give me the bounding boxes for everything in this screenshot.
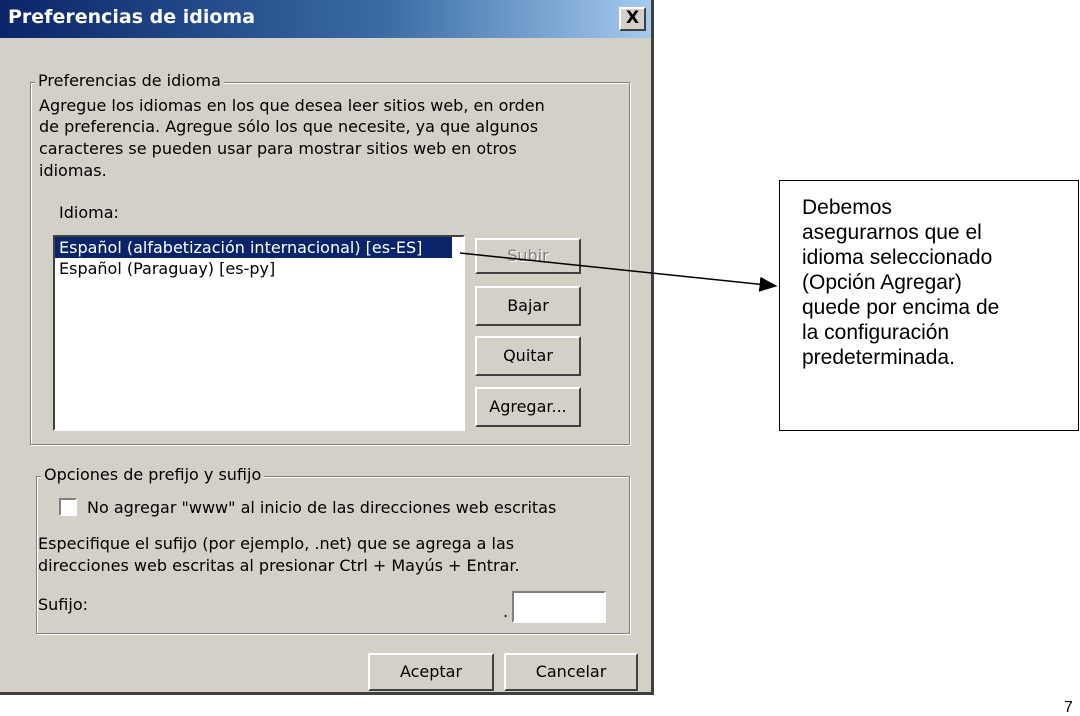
annotation-line: predeterminada. — [802, 346, 955, 369]
annotation-line: la configuración — [802, 321, 950, 344]
page-corner-mark: 7 — [1064, 699, 1073, 716]
annotation-line: quede por encima de — [802, 296, 1000, 319]
annotation-line: Debemos — [802, 196, 892, 219]
annotation-line: idioma seleccionado — [802, 246, 993, 269]
annotation-callout: Debemos asegurarnos que el idioma selecc… — [779, 180, 1079, 431]
annotation-line: asegurarnos que el — [802, 221, 982, 244]
annotation-line: (Opción Agregar) — [802, 271, 962, 294]
annotation-text: Debemos asegurarnos que el idioma selecc… — [802, 195, 1062, 370]
